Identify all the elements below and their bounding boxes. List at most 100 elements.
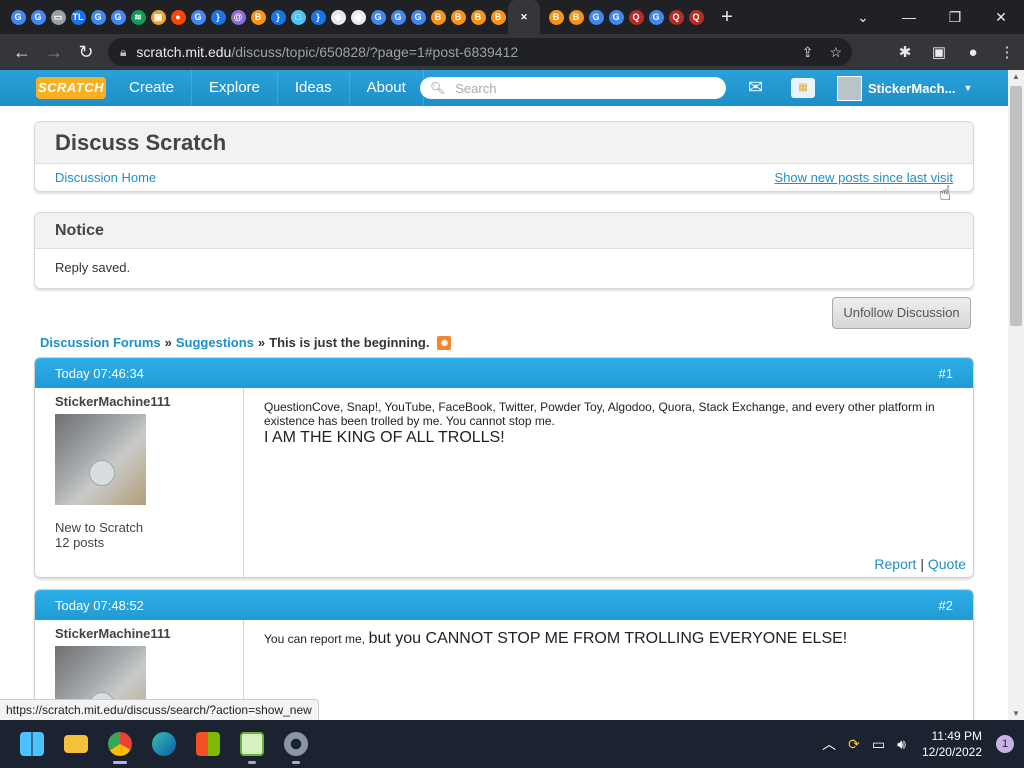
post-timestamp[interactable]: Today 07:46:34 (55, 366, 144, 381)
google-icon: G (588, 9, 604, 25)
window-controls: ⌄ — ❐ ✕ (840, 0, 1024, 34)
browser-tab[interactable]: TL (68, 0, 88, 34)
close-window-button[interactable]: ✕ (978, 0, 1024, 34)
show-new-posts-link[interactable]: Show new posts since last visit (775, 164, 953, 192)
active-tab[interactable]: ✕ (508, 0, 540, 34)
browser-tab[interactable]: B (448, 0, 468, 34)
address-bar[interactable]: 🔒︎ scratch.mit.edu/discuss/topic/650828/… (108, 38, 852, 66)
new-tab-button[interactable]: + (712, 6, 742, 29)
start-button[interactable] (10, 722, 54, 766)
my-stuff-icon[interactable]: ▦ (791, 78, 815, 98)
browser-tab[interactable]: Q (686, 0, 706, 34)
browser-tab[interactable]: Q (626, 0, 646, 34)
post-number[interactable]: #1 (939, 366, 953, 381)
browser-tab[interactable]: B (566, 0, 586, 34)
browser-tab[interactable]: G (88, 0, 108, 34)
post-author-avatar[interactable] (55, 414, 146, 505)
browser-tab[interactable]: } (268, 0, 288, 34)
browser-tab[interactable]: ▭ (48, 0, 68, 34)
browser-tab[interactable]: G (646, 0, 666, 34)
discussion-home-link[interactable]: Discussion Home (55, 170, 156, 185)
breadcrumb-category-link[interactable]: Suggestions (176, 335, 254, 350)
sync-icon[interactable]: ⟳ (848, 736, 860, 753)
clock[interactable]: 11:49 PM 12/20/2022 (922, 728, 982, 760)
file-explorer-button[interactable] (54, 722, 98, 766)
nav-about[interactable]: About (350, 70, 424, 106)
volume-icon[interactable]: 🔊︎ (897, 736, 906, 753)
profile-icon[interactable]: ● (962, 44, 984, 61)
browser-tab[interactable]: B (248, 0, 268, 34)
lock-icon: 🔒︎ (120, 44, 127, 59)
post-header: Today 07:48:52 #2 (35, 590, 973, 620)
nav-explore[interactable]: Explore (192, 70, 278, 106)
browser-tab[interactable]: G (188, 0, 208, 34)
scroll-down-icon[interactable]: ▼ (1008, 709, 1024, 718)
browser-tab[interactable]: } (208, 0, 228, 34)
edge-button[interactable] (142, 722, 186, 766)
chrome-button[interactable] (98, 722, 142, 766)
post-author-link[interactable]: StickerMachine111 (55, 626, 223, 641)
browser-tab[interactable]: Q (666, 0, 686, 34)
extensions-icon[interactable]: ✱ (894, 43, 916, 61)
chevron-up-icon[interactable]: ︿ (822, 734, 836, 754)
share-icon[interactable]: ⇪ (802, 44, 814, 61)
browser-tab[interactable]: G (108, 0, 128, 34)
settings-button[interactable] (274, 722, 318, 766)
report-link[interactable]: Report (874, 556, 916, 572)
brace-icon: } (270, 9, 286, 25)
user-menu[interactable]: StickerMach... ▼ (837, 75, 972, 101)
bookmark-star-icon[interactable]: ☆ (829, 44, 842, 61)
notepad-button[interactable] (230, 722, 274, 766)
tab-search-icon[interactable]: ⌄ (840, 0, 886, 34)
browser-tab[interactable]: G (388, 0, 408, 34)
browser-tab[interactable]: G (28, 0, 48, 34)
forward-button[interactable]: → (38, 36, 70, 68)
browser-tab[interactable]: □ (288, 0, 308, 34)
maximize-button[interactable]: ❐ (932, 0, 978, 34)
nav-ideas[interactable]: Ideas (278, 70, 350, 106)
unfollow-discussion-button[interactable]: Unfollow Discussion (832, 297, 971, 329)
breadcrumb-forums-link[interactable]: Discussion Forums (40, 335, 161, 350)
side-panel-icon[interactable]: ▣ (928, 43, 950, 61)
browser-tab[interactable]: ◆ (328, 0, 348, 34)
browser-tab[interactable]: B (488, 0, 508, 34)
page-scrollbar[interactable]: ▲ ▼ (1008, 70, 1024, 720)
browser-tab[interactable]: B (468, 0, 488, 34)
browser-tab[interactable]: @ (228, 0, 248, 34)
scratch-logo[interactable]: SCRATCH (36, 77, 106, 99)
scroll-up-icon[interactable]: ▲ (1008, 72, 1024, 81)
notification-badge[interactable]: 1 (996, 735, 1014, 753)
messages-icon[interactable]: ✉ (748, 78, 770, 96)
post-number[interactable]: #2 (939, 598, 953, 613)
back-button[interactable]: ← (6, 36, 38, 68)
reload-button[interactable]: ↻ (70, 36, 102, 68)
nav-create[interactable]: Create (112, 70, 193, 106)
browser-tab[interactable]: ● (168, 0, 188, 34)
post-actions: Report | Quote (874, 556, 966, 572)
browser-tab[interactable]: G (368, 0, 388, 34)
network-icon[interactable]: ▭ (872, 736, 885, 753)
scrollbar-thumb[interactable] (1010, 86, 1022, 326)
browser-tab[interactable]: G (8, 0, 28, 34)
browser-tab[interactable]: G (606, 0, 626, 34)
browser-tab[interactable]: ≋ (128, 0, 148, 34)
post-author-link[interactable]: StickerMachine111 (55, 394, 223, 409)
quote-link[interactable]: Quote (928, 556, 966, 572)
tab-close-icon[interactable]: ✕ (517, 10, 532, 25)
rss-icon[interactable]: ◉ (437, 335, 452, 350)
post-timestamp[interactable]: Today 07:48:52 (55, 598, 144, 613)
search-input[interactable]: 🔍︎ Search (420, 77, 726, 99)
minimize-button[interactable]: — (886, 0, 932, 34)
browser-tab[interactable]: } (308, 0, 328, 34)
browser-tab[interactable]: ▦ (148, 0, 168, 34)
bitcoin-icon: B (450, 9, 466, 25)
clock-time: 11:49 PM (931, 729, 982, 743)
browser-tab[interactable]: B (546, 0, 566, 34)
bitcoin-icon: B (250, 9, 266, 25)
store-button[interactable] (186, 722, 230, 766)
menu-icon[interactable]: ⋮ (996, 43, 1018, 61)
browser-tab[interactable]: ◉ (348, 0, 368, 34)
browser-tab[interactable]: G (586, 0, 606, 34)
browser-tab[interactable]: B (428, 0, 448, 34)
browser-tab[interactable]: G (408, 0, 428, 34)
